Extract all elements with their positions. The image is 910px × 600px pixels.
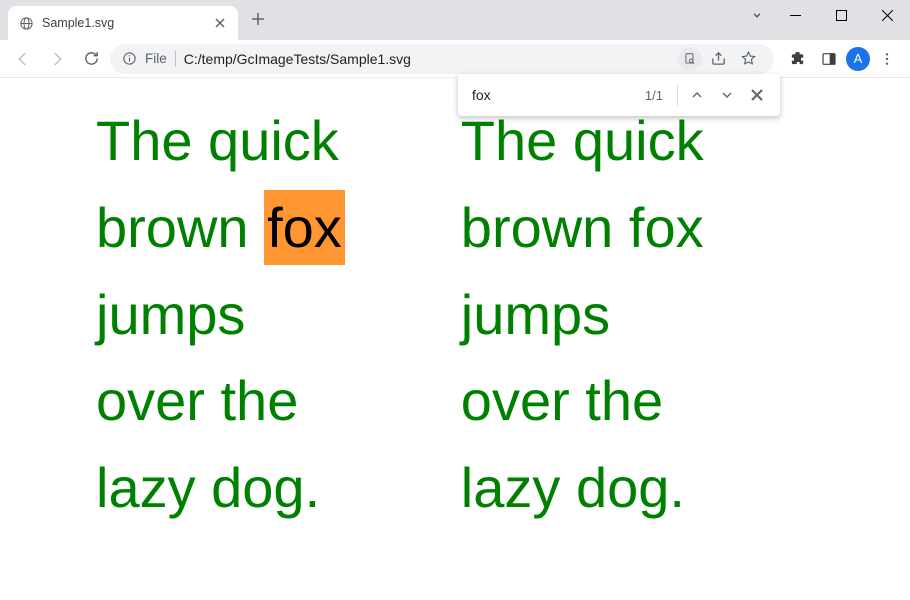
text-line: over the — [96, 358, 345, 445]
back-button[interactable] — [8, 44, 38, 74]
share-icon[interactable] — [704, 45, 732, 73]
address-bar[interactable]: File C:/temp/GcImageTests/Sample1.svg — [110, 44, 774, 74]
find-input[interactable]: fox — [472, 87, 635, 103]
profile-avatar[interactable]: A — [846, 47, 870, 71]
window-dropdown-icon[interactable] — [742, 0, 772, 30]
info-icon — [122, 51, 137, 66]
find-prev-button[interactable] — [682, 80, 712, 110]
bookmark-star-icon[interactable] — [734, 45, 762, 73]
globe-icon — [18, 15, 34, 31]
text-line: lazy dog. — [461, 445, 704, 532]
text-line: jumps — [461, 272, 704, 359]
reload-button[interactable] — [76, 44, 106, 74]
text-column-right: The quick brown fox jumps over the lazy … — [461, 98, 704, 600]
scheme-label: File — [145, 51, 167, 66]
text-line: jumps — [96, 272, 345, 359]
browser-toolbar: File C:/temp/GcImageTests/Sample1.svg A — [0, 40, 910, 78]
avatar-initial: A — [854, 51, 863, 66]
find-count: 1/1 — [645, 88, 663, 103]
separator — [677, 84, 678, 106]
url-path: C:/temp/GcImageTests/Sample1.svg — [184, 51, 411, 67]
text-line: over the — [461, 358, 704, 445]
text-line: brown fox — [461, 185, 704, 272]
window-controls — [742, 0, 910, 30]
browser-tab[interactable]: Sample1.svg — [8, 6, 238, 40]
side-panel-icon[interactable] — [814, 44, 844, 74]
extensions-icon[interactable] — [782, 44, 812, 74]
search-page-icon[interactable] — [678, 47, 702, 71]
forward-button[interactable] — [42, 44, 72, 74]
menu-icon[interactable] — [872, 44, 902, 74]
tab-close-button[interactable] — [212, 15, 228, 31]
site-info[interactable]: File — [122, 51, 176, 67]
window-maximize-button[interactable] — [818, 0, 864, 30]
window-close-button[interactable] — [864, 0, 910, 30]
find-close-button[interactable] — [742, 80, 772, 110]
text-line: The quick — [96, 98, 345, 185]
find-in-page-bar: fox 1/1 — [458, 74, 780, 116]
text-line: lazy dog. — [96, 445, 345, 532]
find-highlight: fox — [264, 190, 345, 265]
tab-title: Sample1.svg — [42, 16, 204, 30]
separator — [175, 51, 176, 67]
page-content: The quick brown fox jumps over the lazy … — [0, 78, 910, 600]
find-next-button[interactable] — [712, 80, 742, 110]
text-line: brown fox — [96, 185, 345, 272]
new-tab-button[interactable] — [244, 5, 272, 33]
text-column-left: The quick brown fox jumps over the lazy … — [96, 98, 345, 600]
window-minimize-button[interactable] — [772, 0, 818, 30]
